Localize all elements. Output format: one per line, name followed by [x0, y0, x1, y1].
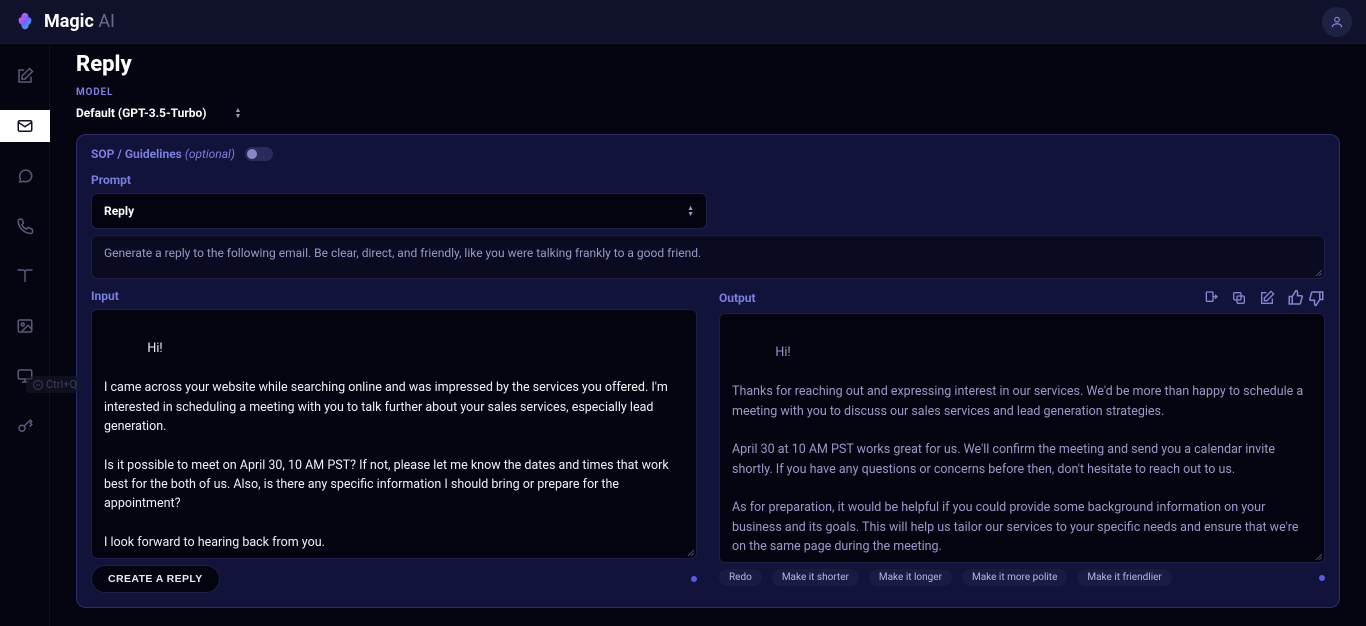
resize-handle-icon: [1312, 550, 1322, 560]
model-select[interactable]: Default (GPT-3.5-Turbo) ▲▼: [76, 102, 1340, 124]
input-label: Input: [91, 289, 119, 303]
export-icon[interactable]: [1203, 290, 1219, 306]
model-value: Default (GPT-3.5-Turbo): [76, 106, 207, 120]
prompt-description[interactable]: Generate a reply to the following email.…: [91, 235, 1325, 279]
chip-polite[interactable]: Make it more polite: [962, 569, 1067, 586]
sidebar-key[interactable]: [0, 410, 50, 442]
thumbs-up-icon[interactable]: [1287, 289, 1305, 307]
user-icon: [1330, 15, 1344, 29]
resize-handle-icon: [684, 546, 694, 556]
status-dot: [691, 576, 697, 582]
sidebar-compose[interactable]: [0, 60, 50, 92]
sidebar-chat[interactable]: [0, 160, 50, 192]
desktop-icon: [16, 367, 34, 385]
resize-handle-icon: [1312, 266, 1322, 276]
thumbs-down-icon[interactable]: [1307, 289, 1325, 307]
output-textarea[interactable]: Hi! Thanks for reaching out and expressi…: [719, 313, 1325, 563]
phone-icon: [16, 217, 34, 235]
output-label: Output: [719, 291, 756, 305]
sop-label: SOP / Guidelines (optional): [91, 147, 235, 161]
mail-icon: [16, 117, 34, 135]
topbar: Magic AI: [0, 0, 1366, 44]
status-dot: [1319, 575, 1325, 581]
chip-friendlier[interactable]: Make it friendlier: [1077, 569, 1171, 586]
brand: Magic AI: [14, 11, 115, 33]
main-content: Reply MODEL Default (GPT-3.5-Turbo) ▲▼ S…: [50, 44, 1366, 626]
sidebar-book[interactable]: [0, 260, 50, 292]
create-reply-button[interactable]: CREATE A REPLY: [91, 565, 220, 593]
sidebar: [0, 44, 50, 626]
updown-icon: ▲▼: [687, 205, 694, 217]
model-label: MODEL: [76, 87, 1340, 98]
input-textarea[interactable]: Hi! I came across your website while sea…: [91, 309, 697, 559]
sidebar-phone[interactable]: [0, 210, 50, 242]
brand-name: Magic AI: [44, 11, 115, 32]
page-title: Reply: [76, 52, 1340, 77]
sidebar-image[interactable]: [0, 310, 50, 342]
sop-toggle[interactable]: [245, 147, 273, 161]
main-panel: SOP / Guidelines (optional) Prompt Reply…: [76, 134, 1340, 608]
compose-icon: [16, 67, 34, 85]
refine-chips: Redo Make it shorter Make it longer Make…: [719, 569, 1325, 586]
chip-shorter[interactable]: Make it shorter: [772, 569, 859, 586]
prompt-selected: Reply: [104, 204, 134, 218]
prompt-select[interactable]: Reply ▲▼: [91, 193, 707, 229]
copy-icon[interactable]: [1231, 290, 1247, 306]
logo-icon: [14, 11, 36, 33]
key-icon: [16, 417, 34, 435]
sidebar-desktop[interactable]: [0, 360, 50, 392]
image-icon: [16, 317, 34, 335]
updown-icon: ▲▼: [235, 107, 242, 119]
output-actions: [1203, 289, 1325, 307]
account-button[interactable]: [1322, 7, 1352, 37]
chat-icon: [16, 167, 34, 185]
edit-icon[interactable]: [1259, 290, 1275, 306]
prompt-label: Prompt: [91, 173, 1325, 187]
book-icon: [16, 267, 34, 285]
chip-longer[interactable]: Make it longer: [869, 569, 952, 586]
chip-redo[interactable]: Redo: [719, 569, 762, 586]
sidebar-mail[interactable]: [0, 110, 50, 142]
